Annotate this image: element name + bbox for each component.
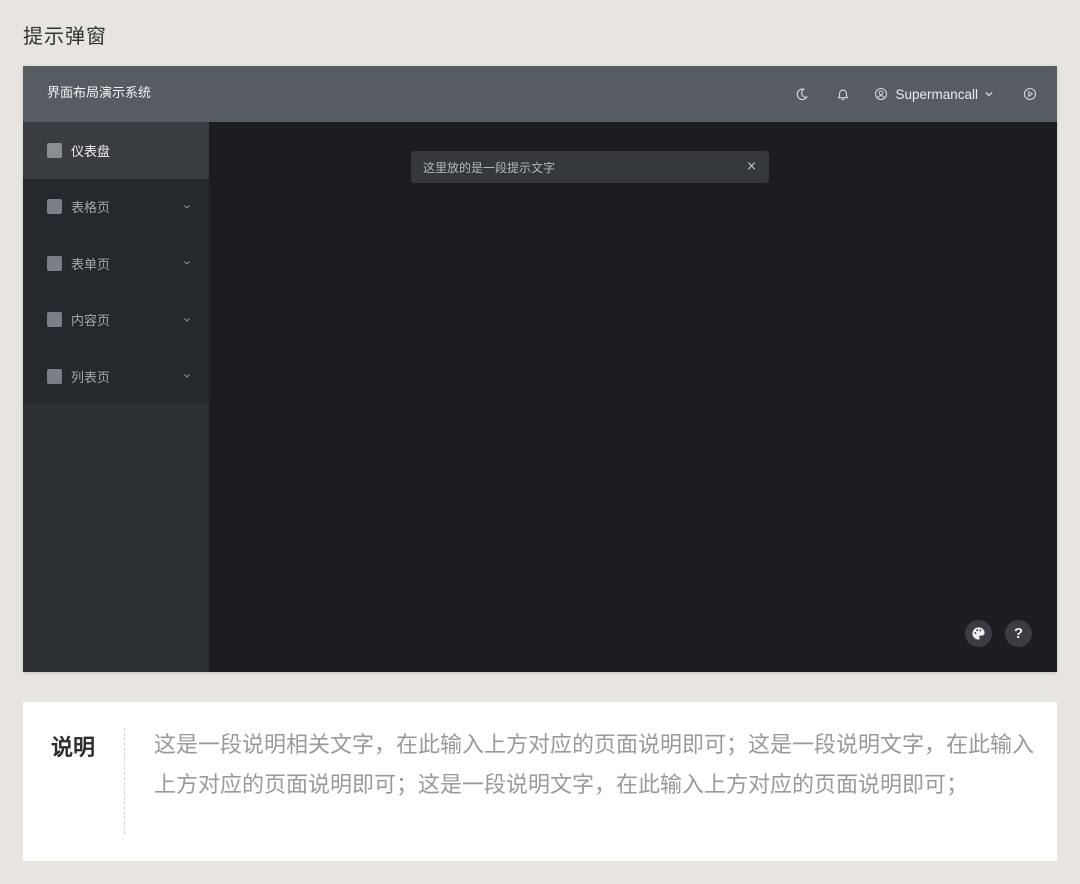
list-icon (47, 368, 62, 384)
sidebar-item-label: 仪表盘 (71, 144, 111, 160)
app-frame: 界面布局演示系统 Supermancall 仪表盘 表格页 表单页 内容页 列表… (23, 66, 1057, 672)
chevron-down-icon (184, 317, 190, 322)
form-icon (47, 255, 62, 271)
sidebar-item-content[interactable]: 内容页 (23, 292, 209, 349)
page-heading: 提示弹窗 (23, 24, 107, 48)
divider (124, 728, 125, 834)
chevron-down-icon (184, 374, 190, 379)
sidebar-item-list[interactable]: 列表页 (23, 348, 209, 405)
chevron-down-icon (985, 92, 993, 97)
sidebar-item-form[interactable]: 表单页 (23, 235, 209, 292)
topbar-actions: Supermancall (794, 66, 1057, 122)
chevron-down-icon (184, 204, 190, 209)
main-content: 这里放的是一段提示文字 × ? (209, 122, 1057, 672)
close-icon[interactable]: × (746, 151, 757, 183)
bell-icon[interactable] (835, 86, 851, 102)
user-circle-icon (873, 86, 889, 102)
chevron-down-icon (184, 261, 190, 266)
palette-icon (972, 627, 985, 640)
dashboard-icon (47, 142, 62, 158)
description-text: 这是一段说明相关文字，在此输入上方对应的页面说明即可；这是一段说明文字，在此输入… (154, 733, 1035, 798)
description-panel: 说明 这是一段说明相关文字，在此输入上方对应的页面说明即可；这是一段说明文字，在… (23, 702, 1057, 861)
sidebar-item-table[interactable]: 表格页 (23, 179, 209, 236)
table-icon (47, 199, 62, 215)
app-title: 界面布局演示系统 (47, 86, 152, 101)
play-circle-icon[interactable] (1022, 86, 1038, 102)
top-bar: 界面布局演示系统 Supermancall (23, 66, 1057, 122)
toast-message: 这里放的是一段提示文字 × (411, 151, 769, 183)
user-menu[interactable]: Supermancall (873, 86, 994, 102)
sidebar-menu: 仪表盘 表格页 表单页 内容页 列表页 (23, 122, 209, 404)
sidebar-item-label: 表格页 (71, 201, 111, 217)
sidebar-item-label: 表单页 (71, 257, 111, 273)
moon-icon[interactable] (794, 86, 810, 102)
username: Supermancall (895, 86, 978, 102)
sidebar-item-dashboard[interactable]: 仪表盘 (23, 122, 209, 179)
theme-button[interactable] (965, 620, 992, 647)
content-icon (47, 312, 62, 328)
toast-text: 这里放的是一段提示文字 (423, 160, 556, 175)
sidebar-item-label: 列表页 (71, 370, 111, 386)
description-label: 说明 (51, 736, 96, 761)
help-button[interactable]: ? (1005, 620, 1032, 647)
sidebar-item-label: 内容页 (71, 314, 111, 330)
sidebar: 仪表盘 表格页 表单页 内容页 列表页 (23, 122, 209, 672)
